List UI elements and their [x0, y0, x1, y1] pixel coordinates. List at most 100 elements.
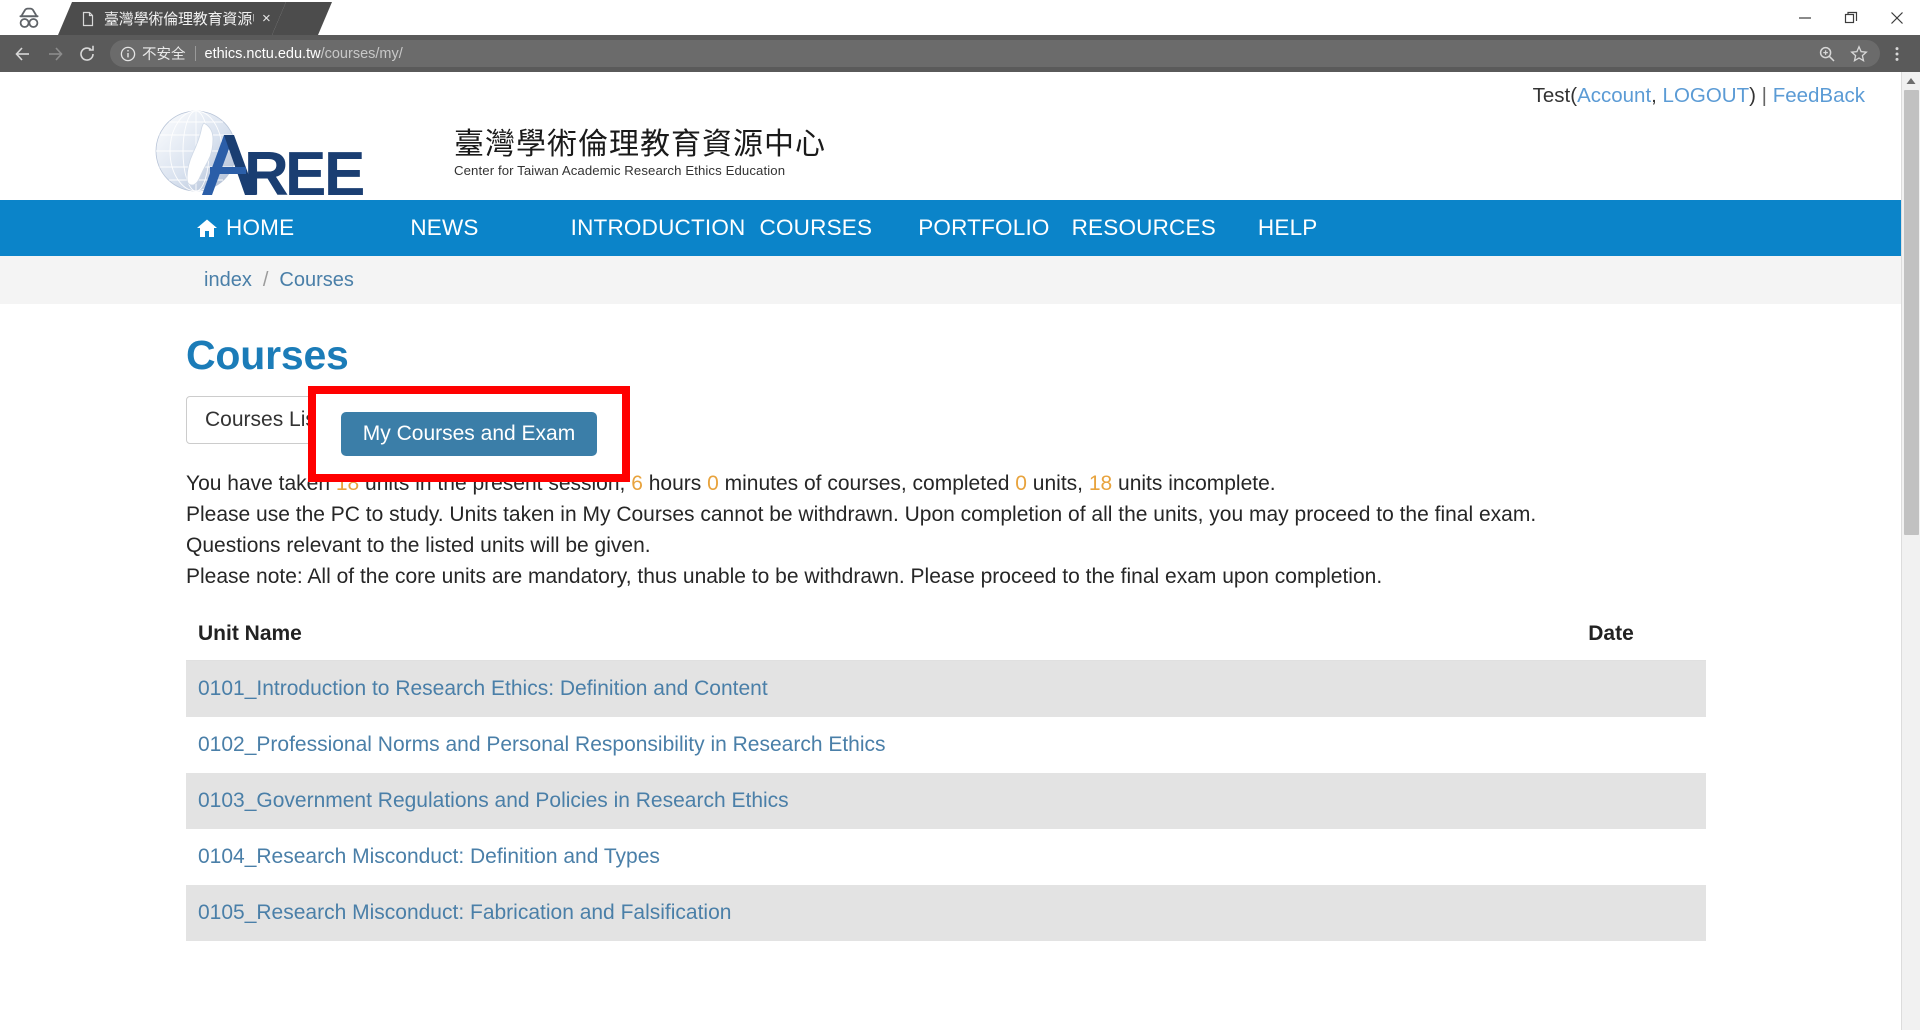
window-controls [1782, 0, 1920, 35]
logo-text-block: 臺灣學術倫理教育資源中心 Center for Taiwan Academic … [454, 128, 826, 178]
unit-name-cell: 0104_Research Misconduct: Definition and… [186, 829, 1516, 885]
omnibox-divider [194, 46, 196, 61]
document-icon [80, 11, 96, 27]
unit-date-cell [1516, 660, 1706, 717]
nav-item-courses[interactable]: COURSES [760, 215, 873, 241]
logo-subtitle-en: Center for Taiwan Academic Research Ethi… [454, 163, 786, 178]
incomplete-units-value: 18 [1088, 472, 1113, 495]
minimize-icon[interactable] [1782, 0, 1828, 35]
summary-line-3: Questions relevant to the listed units w… [186, 534, 651, 557]
page-title: Courses [186, 332, 349, 378]
browser-titlebar: 臺灣學術倫理教育資源中 × [0, 0, 1920, 35]
minutes-value: 0 [707, 472, 719, 495]
tab-title: 臺灣學術倫理教育資源中 [104, 11, 254, 28]
scroll-up-arrow-icon[interactable] [1902, 72, 1920, 90]
table-row: 0105_Research Misconduct: Fabrication an… [186, 885, 1706, 941]
unit-link[interactable]: 0105_Research Misconduct: Fabrication an… [198, 901, 731, 924]
svg-text:E: E [324, 140, 365, 197]
forward-arrow-icon [40, 39, 70, 69]
browser-window: 臺灣學術倫理教育資源中 × 不安全 ethics.nctu.edu.tw/cou… [0, 0, 1920, 1030]
table-header-row: Unit Name Date [186, 614, 1706, 661]
unit-link[interactable]: 0102_Professional Norms and Personal Res… [198, 733, 886, 756]
unit-date-cell [1516, 829, 1706, 885]
summary-text-f: units incomplete. [1112, 472, 1276, 495]
unit-link[interactable]: 0101_Introduction to Research Ethics: De… [198, 677, 768, 700]
summary-text-c: hours [642, 472, 708, 495]
nav-item-resources[interactable]: RESOURCES [1072, 215, 1216, 241]
units-table-head: Unit Name Date [186, 614, 1706, 661]
nav-item-help[interactable]: HELP [1258, 215, 1318, 241]
nav-item-introduction[interactable]: INTRODUCTION [571, 215, 746, 241]
star-icon[interactable] [1844, 39, 1874, 69]
reload-icon[interactable] [72, 39, 102, 69]
unit-name-cell: 0103_Government Regulations and Policies… [186, 773, 1516, 829]
unit-link[interactable]: 0103_Government Regulations and Policies… [198, 789, 789, 812]
page-scrollbar[interactable] [1901, 72, 1920, 1030]
breadcrumb-index[interactable]: index [204, 269, 252, 292]
units-table: Unit Name Date 0101_Introduction to Rese… [186, 614, 1706, 941]
logout-link[interactable]: LOGOUT [1663, 84, 1750, 107]
unit-link[interactable]: 0104_Research Misconduct: Definition and… [198, 845, 660, 868]
summary-line-4: Please note: All of the core units are m… [186, 565, 1383, 588]
course-summary-text: You have taken 18 units in the present s… [186, 468, 1901, 592]
close-icon[interactable] [1874, 0, 1920, 35]
titlebar-drag-area [332, 0, 1782, 35]
table-row: 0104_Research Misconduct: Definition and… [186, 829, 1706, 885]
summary-text-e: units, [1026, 472, 1089, 495]
browser-tab[interactable]: 臺灣學術倫理教育資源中 × [58, 2, 286, 35]
incognito-icon [0, 0, 58, 35]
breadcrumb-separator: / [262, 268, 269, 291]
user-links-bar: Test(Account, LOGOUT) | FeedBack [0, 72, 1901, 108]
web-page: Test(Account, LOGOUT) | FeedBack R E E 臺… [0, 72, 1901, 1030]
unit-name-cell: 0101_Introduction to Research Ethics: De… [186, 660, 1516, 717]
scrollbar-thumb[interactable] [1904, 90, 1919, 535]
summary-line-2: Please use the PC to study. Units taken … [186, 503, 1537, 526]
security-status-label: 不安全 [142, 47, 186, 63]
unit-name-cell: 0105_Research Misconduct: Fabrication an… [186, 885, 1516, 941]
url-path: /courses/my/ [320, 45, 403, 62]
back-arrow-icon[interactable] [8, 39, 38, 69]
nav-item-home[interactable]: HOME [196, 215, 294, 241]
feedback-link[interactable]: FeedBack [1773, 84, 1865, 107]
breadcrumb: index / Courses [0, 256, 1901, 304]
userbar-divider: | [1761, 84, 1767, 107]
browser-toolbar: 不安全 ethics.nctu.edu.tw/courses/my/ [0, 35, 1920, 72]
address-bar[interactable]: 不安全 ethics.nctu.edu.tw/courses/my/ [110, 40, 1880, 67]
account-link[interactable]: Account [1577, 84, 1651, 107]
courses-tab-group: Courses List My Courses and Exam [186, 386, 1901, 482]
scrollbar-track[interactable] [1902, 90, 1920, 1030]
url-host: ethics.nctu.edu.tw [204, 45, 321, 62]
site-logo[interactable]: R E E 臺灣學術倫理教育資源中心 Center for Taiwan Aca… [0, 108, 1901, 209]
table-row: 0101_Introduction to Research Ethics: De… [186, 660, 1706, 717]
breadcrumb-current: Courses [279, 268, 354, 291]
nav-label-home: HOME [226, 215, 295, 240]
url-text: ethics.nctu.edu.tw/courses/my/ [205, 46, 403, 62]
home-icon [196, 217, 218, 239]
column-header-unit-name: Unit Name [186, 614, 1516, 661]
completed-units-value: 0 [1015, 472, 1027, 495]
comma-separator: , [1651, 84, 1663, 107]
info-circle-icon[interactable] [120, 46, 136, 62]
unit-date-cell [1516, 773, 1706, 829]
annotation-highlight-box: My Courses and Exam [308, 386, 630, 482]
restore-icon[interactable] [1828, 0, 1874, 35]
hours-value: 6 [631, 472, 643, 495]
summary-text-d: minutes of courses, completed [718, 472, 1016, 495]
unit-date-cell [1516, 885, 1706, 941]
table-row: 0103_Government Regulations and Policies… [186, 773, 1706, 829]
nav-item-news[interactable]: NEWS [410, 215, 478, 241]
page-viewport: Test(Account, LOGOUT) | FeedBack R E E 臺… [0, 72, 1920, 1030]
close-icon[interactable]: × [262, 11, 276, 26]
svg-text:R: R [244, 140, 289, 197]
main-navigation: HOME NEWS INTRODUCTION COURSES PORTFOLIO… [0, 200, 1901, 256]
nav-item-portfolio[interactable]: PORTFOLIO [918, 215, 1049, 241]
unit-date-cell [1516, 717, 1706, 773]
column-header-date: Date [1516, 614, 1706, 661]
username-label: Test [1532, 84, 1571, 107]
units-table-body: 0101_Introduction to Research Ethics: De… [186, 660, 1706, 941]
zoom-search-icon[interactable] [1812, 39, 1842, 69]
my-courses-and-exam-button[interactable]: My Courses and Exam [340, 412, 598, 456]
kebab-menu-icon[interactable] [1882, 39, 1912, 69]
aree-logo-mark: R E E [148, 109, 448, 209]
page-content: Courses Courses List My Courses and Exam… [0, 304, 1901, 941]
